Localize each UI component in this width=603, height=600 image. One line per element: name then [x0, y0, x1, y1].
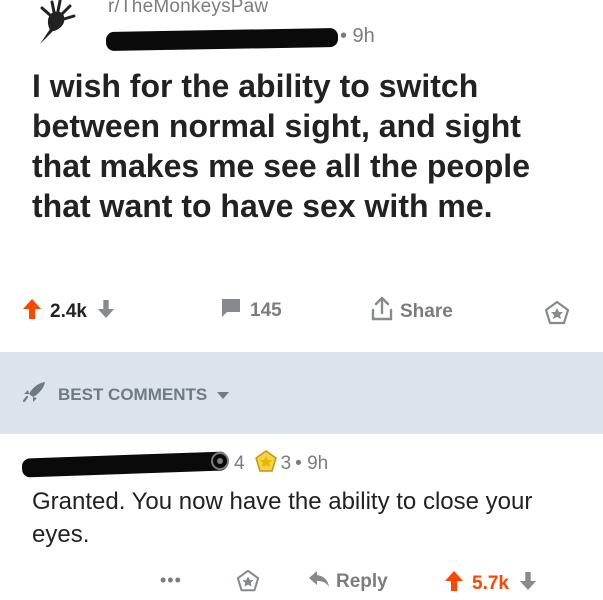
award-icon: [544, 300, 570, 330]
comment-meta: 4 3 • 9h: [210, 450, 328, 478]
redacted-username: [105, 27, 339, 52]
reply-label: Reply: [336, 571, 388, 592]
chevron-down-icon: [217, 385, 230, 405]
comment-award-button[interactable]: [236, 569, 260, 598]
monkey-paw-icon: [30, 0, 78, 46]
comment-vote-bar: 5.7k: [444, 570, 537, 598]
post-vote-bar: 2.4k: [22, 298, 115, 326]
post-score: 2.4k: [50, 301, 87, 322]
post-time: • 9h: [340, 25, 375, 47]
award-count-b: 3: [280, 453, 292, 474]
more-options-button[interactable]: •••: [160, 570, 182, 591]
comments-button[interactable]: 145: [220, 298, 282, 324]
comment-score: 5.7k: [472, 573, 509, 594]
comment-body: Granted. You now have the ability to clo…: [32, 488, 533, 548]
comment-count: 145: [250, 300, 282, 321]
rocket-icon: [22, 380, 48, 409]
post-title: I wish for the ability to switch between…: [32, 68, 530, 224]
share-label: Share: [400, 301, 453, 322]
subreddit-link[interactable]: r/TheMonkeysPaw: [108, 0, 268, 18]
share-icon: [370, 296, 394, 328]
reply-icon: [308, 570, 330, 594]
award-icon: [236, 569, 260, 597]
redacted-commenter: [21, 451, 229, 478]
gold-award-icon: [254, 450, 277, 478]
downvote-icon[interactable]: [97, 299, 115, 325]
comment-icon: [220, 298, 242, 324]
sort-label: BEST COMMENTS: [58, 384, 208, 404]
comments-sort-dropdown[interactable]: BEST COMMENTS: [22, 380, 230, 409]
upvote-icon[interactable]: [22, 298, 42, 326]
reply-button[interactable]: Reply: [308, 570, 388, 594]
comment-time: • 9h: [295, 453, 329, 474]
silver-award-icon: [210, 451, 230, 477]
downvote-icon[interactable]: [519, 571, 537, 597]
award-button[interactable]: [544, 300, 570, 331]
share-button[interactable]: Share: [370, 296, 453, 328]
upvote-icon[interactable]: [444, 570, 464, 598]
award-count-a: 4: [234, 453, 245, 474]
